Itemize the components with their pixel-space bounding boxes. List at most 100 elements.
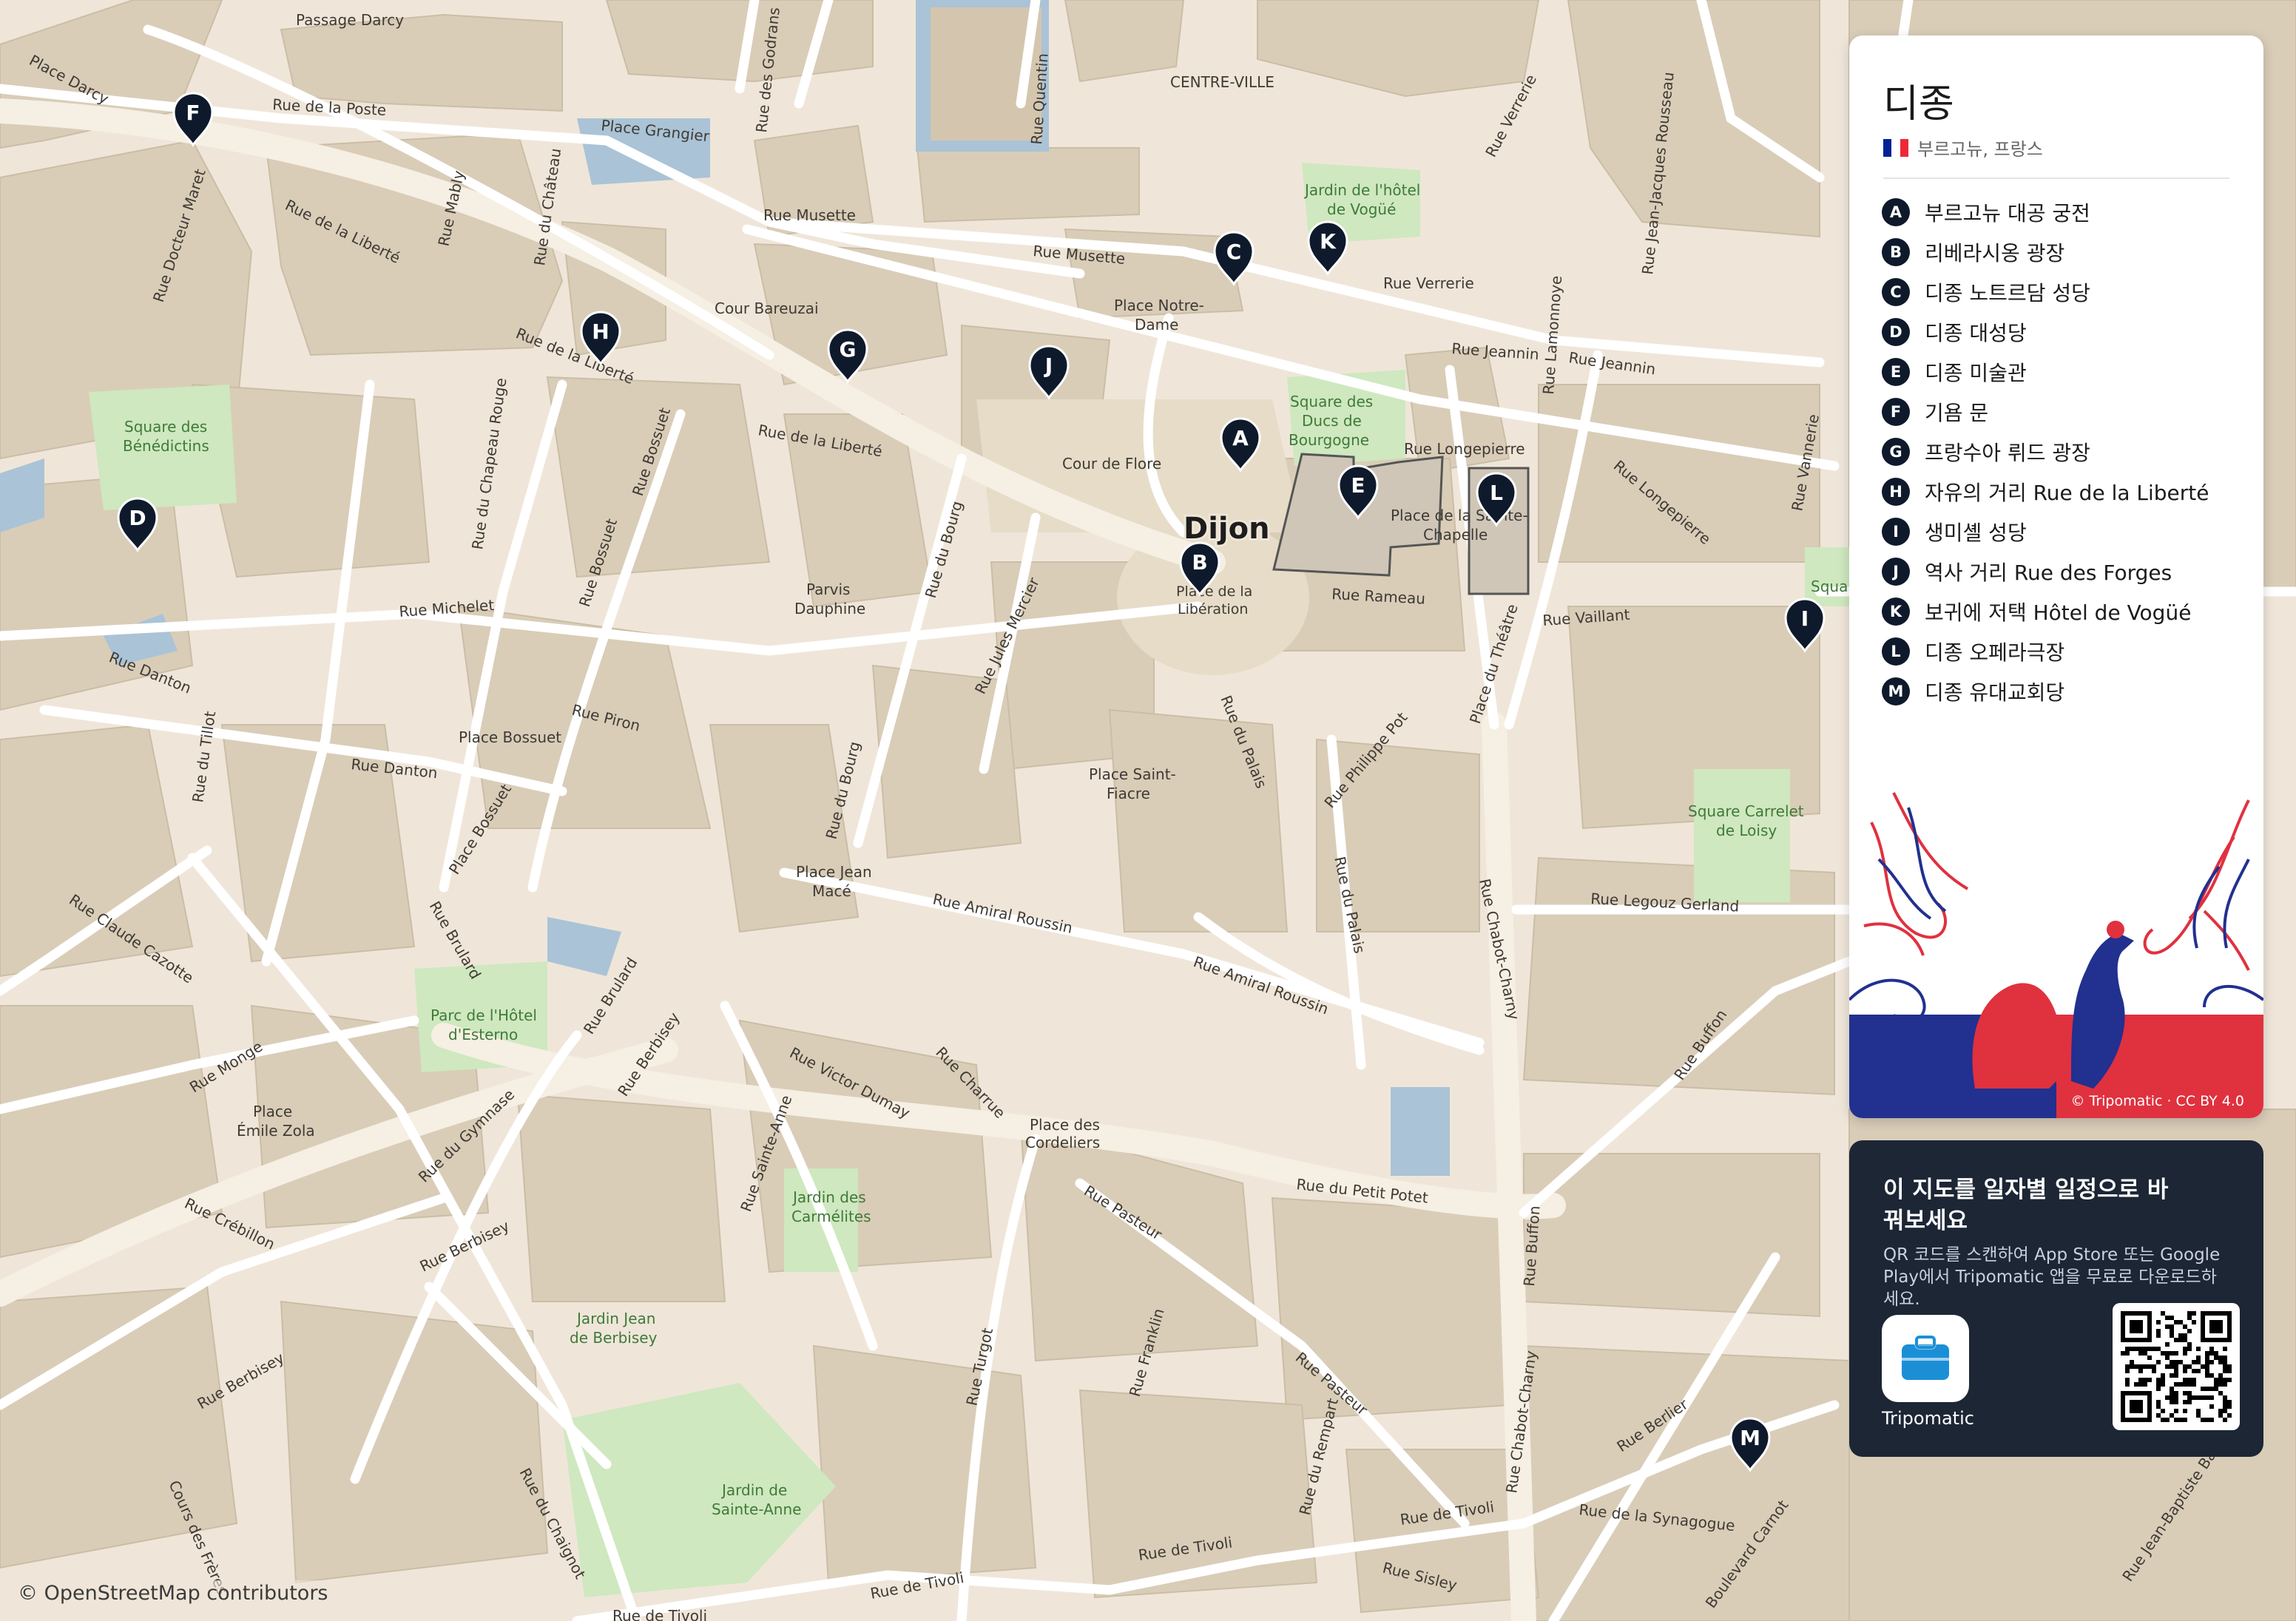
- legend-panel: 디종 부르고뉴, 프랑스 A 부르고뉴 대공 궁전 B 리베라시옹 광장 C 디종 노트르…: [1849, 35, 2263, 1118]
- map-pin-letter: F: [186, 101, 200, 125]
- park-label: Jardin Jean: [575, 1310, 655, 1327]
- park-label: Carmélites: [791, 1208, 871, 1225]
- park-label: de Loisy: [1716, 822, 1777, 839]
- park-label: d'Esterno: [448, 1026, 518, 1043]
- poi-badge: C: [1882, 278, 1910, 306]
- street-label: Dame: [1135, 316, 1178, 334]
- street-label: Place Notre-: [1114, 297, 1204, 314]
- poi-name: 생미셸 성당: [1925, 521, 2027, 545]
- street-label: Passage Darcy: [296, 11, 404, 29]
- suitcase-icon[interactable]: [1882, 1315, 1969, 1402]
- poi-badge: F: [1882, 398, 1910, 426]
- map-pin-letter: A: [1232, 426, 1249, 450]
- poi-name: 리베라시옹 광장: [1925, 241, 2065, 265]
- street-label: Place: [253, 1103, 292, 1120]
- park-label: Ducs de: [1302, 412, 1362, 430]
- park-label: Square Carrelet: [1688, 802, 1804, 820]
- street-label: CENTRE-VILLE: [1170, 73, 1274, 91]
- poi-badge: J: [1882, 558, 1910, 586]
- poi-name: 디종 오페라극장: [1925, 640, 2065, 665]
- park-label: Jardin des: [791, 1188, 866, 1206]
- poi-badge: I: [1882, 518, 1910, 546]
- poi-badge: M: [1882, 677, 1910, 705]
- street-label: Place des: [1030, 1116, 1100, 1134]
- map-pin-letter: E: [1351, 473, 1365, 498]
- poi-list-item[interactable]: A 부르고뉴 대공 궁전: [1882, 192, 2209, 232]
- region-label: 부르고뉴, 프랑스: [1917, 139, 2043, 160]
- app-name: Tripomatic: [1882, 1408, 1974, 1429]
- poi-badge: K: [1882, 598, 1910, 626]
- rooster-illustration: [1849, 792, 2263, 1118]
- poi-badge: D: [1882, 318, 1910, 346]
- region-line: 부르고뉴, 프랑스: [1883, 135, 2043, 160]
- poi-name: 디종 유대교회당: [1925, 680, 2065, 705]
- poi-badge: E: [1882, 358, 1910, 386]
- poi-badge: L: [1882, 637, 1910, 666]
- park-label: Parc de l'Hôtel: [430, 1006, 537, 1024]
- poi-badge: H: [1882, 478, 1910, 506]
- poi-list-item[interactable]: B 리베라시옹 광장: [1882, 232, 2209, 272]
- poi-name: 기욤 문: [1925, 401, 1989, 425]
- map-pin-letter: M: [1740, 1426, 1760, 1450]
- map-pin-letter: D: [129, 506, 146, 530]
- poi-badge: G: [1882, 438, 1910, 466]
- promo-description: QR 코드를 스캔하여 App Store 또는 Google Play에서 T…: [1883, 1245, 2221, 1309]
- poi-name: 디종 대성당: [1925, 321, 2027, 345]
- map-pin-letter: B: [1192, 550, 1207, 575]
- poi-badge: B: [1882, 238, 1910, 266]
- park-label: Square des: [124, 418, 207, 436]
- poi-list-item[interactable]: M 디종 유대교회당: [1882, 671, 2209, 711]
- illustration-credit: © Tripomatic · CC BY 4.0: [2070, 1093, 2244, 1109]
- street-label: Rue Longepierre: [1404, 440, 1525, 458]
- poi-list-item[interactable]: E 디종 미술관: [1882, 352, 2209, 392]
- street-label: Dauphine: [794, 600, 865, 617]
- park-label: de Berbisey: [570, 1329, 658, 1347]
- map-pin-letter: G: [840, 337, 857, 362]
- poi-name: 보귀에 저택 Hôtel de Vogüé: [1925, 600, 2192, 625]
- poi-list-item[interactable]: J 역사 거리 Rue des Forges: [1882, 552, 2209, 592]
- poi-list-item[interactable]: F 기욤 문: [1882, 392, 2209, 432]
- street-label: Macé: [812, 882, 851, 900]
- street-label: Parvis: [806, 581, 850, 598]
- poi-list-item[interactable]: K 보귀에 저택 Hôtel de Vogüé: [1882, 592, 2209, 632]
- park-label: de Vogüé: [1327, 200, 1396, 218]
- poi-list: A 부르고뉴 대공 궁전 B 리베라시옹 광장 C 디종 노트르담 성당 D 디종 대성당 E 디…: [1882, 192, 2209, 711]
- map-pin-letter: L: [1490, 481, 1503, 505]
- poi-list-item[interactable]: L 디종 오페라극장: [1882, 632, 2209, 671]
- france-flag-icon: [1883, 138, 1908, 157]
- park-label: Jardin de l'hôtel: [1303, 181, 1420, 199]
- poi-name: 자유의 거리 Rue de la Liberté: [1925, 481, 2209, 505]
- street-label: Fiacre: [1107, 785, 1150, 802]
- map-pin-letter: K: [1320, 229, 1337, 254]
- street-label: Cour de Flore: [1062, 455, 1161, 473]
- map-pin-letter: C: [1226, 240, 1242, 264]
- panel-divider: [1883, 177, 2229, 179]
- street-label: Rue Verrerie: [1383, 274, 1474, 292]
- street-label: Squa: [1811, 578, 1848, 595]
- street-label: Chapelle: [1423, 526, 1488, 544]
- street-label: Cordeliers: [1025, 1134, 1100, 1151]
- poi-name: 프랑수아 뤼드 광장: [1925, 441, 2090, 465]
- map-pin-letter: H: [592, 319, 609, 344]
- park-label: Bénédictins: [123, 437, 209, 455]
- street-label: Libération: [1178, 601, 1248, 617]
- park-label: Jardin de: [720, 1481, 787, 1499]
- street-label: Émile Zola: [237, 1122, 315, 1140]
- city-label: Dijon: [1184, 512, 1270, 546]
- qr-code[interactable]: [2113, 1303, 2240, 1430]
- poi-list-item[interactable]: G 프랑수아 뤼드 광장: [1882, 432, 2209, 472]
- poi-name: 디종 미술관: [1925, 361, 2027, 385]
- poi-list-item[interactable]: C 디종 노트르담 성당: [1882, 272, 2209, 312]
- poi-name: 디종 노트르담 성당: [1925, 281, 2090, 305]
- street-label: Place de la: [1176, 583, 1252, 600]
- app-promo-card: 이 지도를 일자별 일정으로 바꿔보세요 QR 코드를 스캔하여 App Sto…: [1849, 1140, 2263, 1457]
- street-label: Place Jean: [796, 863, 872, 881]
- poi-list-item[interactable]: H 자유의 거리 Rue de la Liberté: [1882, 472, 2209, 512]
- poi-list-item[interactable]: D 디종 대성당: [1882, 312, 2209, 352]
- street-label: Rue Musette: [763, 206, 856, 224]
- city-title: 디종: [1883, 82, 1954, 126]
- poi-badge: A: [1882, 198, 1910, 226]
- poi-list-item[interactable]: I 생미셸 성당: [1882, 512, 2209, 552]
- promo-headline: 이 지도를 일자별 일정으로 바꿔보세요: [1883, 1177, 2169, 1234]
- park-label: Bourgogne: [1289, 431, 1369, 449]
